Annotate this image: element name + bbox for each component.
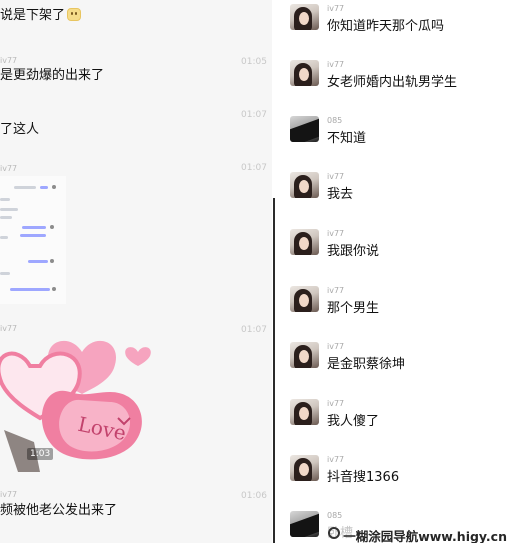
username: 085 bbox=[327, 511, 343, 520]
chat-message-row: iv77 女老师婚内出轨男学生 bbox=[277, 60, 511, 104]
avatar[interactable] bbox=[290, 342, 319, 368]
left-message: 是更劲爆的出来了 bbox=[0, 68, 105, 83]
watermark-logo-icon bbox=[328, 527, 341, 539]
left-timestamp: 01:05 bbox=[241, 57, 267, 67]
avatar[interactable] bbox=[290, 229, 319, 255]
username: iv77 bbox=[327, 4, 345, 13]
message-text: 那个男生 bbox=[327, 301, 380, 316]
avatar[interactable] bbox=[290, 4, 319, 30]
chat-message-row: iv77 我去 bbox=[277, 172, 511, 216]
left-timestamp: 01:07 bbox=[241, 110, 267, 120]
username: 085 bbox=[327, 116, 343, 125]
watermark-text: 一糊涂园导航www.higy.cn bbox=[343, 529, 507, 543]
message-text: 抖音搜1366 bbox=[327, 470, 400, 485]
message-text: 我跟你说 bbox=[327, 244, 380, 259]
chat-message-row: iv77 抖音搜1366 bbox=[277, 455, 511, 499]
username: iv77 bbox=[327, 60, 345, 69]
avatar[interactable] bbox=[290, 455, 319, 481]
username: iv77 bbox=[327, 172, 345, 181]
love-heart-sticker[interactable]: Love bbox=[0, 322, 160, 472]
left-message: 说是下架了 bbox=[0, 8, 82, 24]
message-text: 女老师婚内出轨男学生 bbox=[327, 75, 458, 90]
chat-message-row: iv77 我跟你说 bbox=[277, 229, 511, 273]
left-username: iv77 bbox=[0, 164, 18, 173]
site-watermark: 一糊涂园导航www.higy.cn bbox=[325, 524, 511, 543]
left-timestamp: 01:07 bbox=[241, 163, 267, 173]
left-timestamp: 01:07 bbox=[241, 325, 267, 335]
chat-message-row: iv77 我人傻了 bbox=[277, 399, 511, 443]
avatar[interactable] bbox=[290, 286, 319, 312]
chat-message-row: iv77 你知道昨天那个瓜吗 bbox=[277, 4, 511, 48]
username: iv77 bbox=[327, 399, 345, 408]
right-chat-panel: iv77 你知道昨天那个瓜吗 iv77 女老师婚内出轨男学生 085 不知道 i… bbox=[277, 0, 511, 543]
chat-screenshot-thumbnail[interactable] bbox=[0, 176, 66, 304]
smile-emoji-icon bbox=[67, 8, 82, 21]
left-chat-panel: 说是下架了 iv77 01:05 是更劲爆的出来了 01:07 了这人 iv77… bbox=[0, 0, 272, 543]
username: iv77 bbox=[327, 455, 345, 464]
avatar[interactable] bbox=[290, 60, 319, 86]
avatar[interactable] bbox=[290, 511, 319, 537]
message-text: 你知道昨天那个瓜吗 bbox=[327, 19, 445, 34]
left-message: 频被他老公发出来了 bbox=[0, 503, 118, 518]
chat-message-row: iv77 那个男生 bbox=[277, 286, 511, 330]
username: iv77 bbox=[327, 342, 345, 351]
avatar[interactable] bbox=[290, 116, 319, 142]
video-duration: 1:03 bbox=[27, 448, 54, 460]
message-text: 不知道 bbox=[327, 131, 367, 146]
chat-message-row: iv77 是金职蔡徐坤 bbox=[277, 342, 511, 386]
left-username: iv77 bbox=[0, 490, 18, 499]
message-text: 我人傻了 bbox=[327, 414, 380, 429]
left-message: 了这人 bbox=[0, 122, 40, 137]
message-text: 我去 bbox=[327, 187, 354, 202]
panel-divider bbox=[273, 198, 275, 543]
left-timestamp: 01:06 bbox=[241, 491, 267, 501]
username: iv77 bbox=[327, 286, 345, 295]
avatar[interactable] bbox=[290, 399, 319, 425]
chat-message-row: 085 不知道 bbox=[277, 116, 511, 160]
left-username: iv77 bbox=[0, 56, 18, 65]
message-text: 是金职蔡徐坤 bbox=[327, 357, 406, 372]
avatar[interactable] bbox=[290, 172, 319, 198]
username: iv77 bbox=[327, 229, 345, 238]
